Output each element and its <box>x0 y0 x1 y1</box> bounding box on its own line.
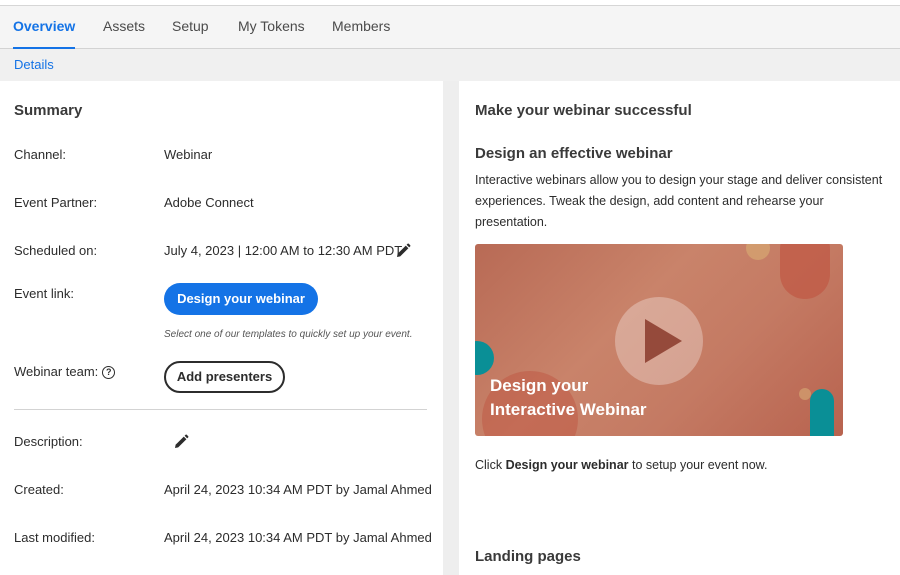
sub-navigation: Details <box>0 49 900 81</box>
cta-suffix: to setup your event now. <box>628 458 768 472</box>
video-title-line-1: Design your <box>490 376 589 395</box>
event-partner-value: Adobe Connect <box>164 195 254 210</box>
tab-my-tokens[interactable]: My Tokens <box>238 6 305 48</box>
tab-assets[interactable]: Assets <box>103 6 145 48</box>
help-icon[interactable]: ? <box>102 366 116 379</box>
design-hint-text: Select one of our templates to quickly s… <box>164 329 413 340</box>
description-label: Description: <box>14 434 83 449</box>
tab-members[interactable]: Members <box>332 6 390 48</box>
success-panel: Make your webinar successful Design an e… <box>459 81 900 575</box>
video-title-line-2: Interactive Webinar <box>490 400 647 419</box>
created-value: April 24, 2023 10:34 AM PDT by Jamal Ahm… <box>164 482 432 497</box>
scheduled-label: Scheduled on: <box>14 243 98 258</box>
summary-panel: Summary Channel: Webinar Event Partner: … <box>0 81 443 575</box>
success-heading: Make your webinar successful <box>475 102 692 119</box>
channel-value: Webinar <box>164 147 213 162</box>
created-label: Created: <box>14 482 64 497</box>
add-presenters-button[interactable]: Add presenters <box>164 361 285 393</box>
tab-overview[interactable]: Overview <box>13 6 76 49</box>
landing-pages-heading: Landing pages <box>475 548 581 565</box>
cta-prefix: Click <box>475 458 506 472</box>
play-icon[interactable] <box>615 297 703 385</box>
webinar-team-text: Webinar team: <box>14 364 99 379</box>
video-title: Design your Interactive Webinar <box>490 374 647 422</box>
tab-bar: Overview Assets Setup My Tokens Members <box>0 6 900 49</box>
channel-label: Channel: <box>14 147 67 162</box>
last-modified-value: April 24, 2023 10:34 AM PDT by Jamal Ahm… <box>164 530 432 545</box>
edit-schedule-pencil-icon[interactable] <box>395 243 411 259</box>
cta-bold: Design your webinar <box>505 458 629 472</box>
event-link-label: Event link: <box>14 286 74 301</box>
tab-setup[interactable]: Setup <box>172 6 209 48</box>
event-partner-label: Event Partner: <box>14 195 98 210</box>
edit-description-pencil-icon[interactable] <box>173 434 189 450</box>
details-link[interactable]: Details <box>14 57 54 72</box>
cta-text: Click Design your webinar to setup your … <box>475 458 768 472</box>
last-modified-label: Last modified: <box>14 530 95 545</box>
section-divider <box>14 409 427 410</box>
webinar-video-thumbnail[interactable]: Design your Interactive Webinar <box>475 244 843 436</box>
design-heading: Design an effective webinar <box>475 145 673 162</box>
scheduled-value: July 4, 2023 | 12:00 AM to 12:30 AM PDT <box>164 243 403 258</box>
design-your-webinar-button[interactable]: Design your webinar <box>164 283 318 315</box>
webinar-team-label: Webinar team:? <box>14 364 116 379</box>
summary-heading: Summary <box>14 102 83 119</box>
design-description: Interactive webinars allow you to design… <box>475 173 883 229</box>
